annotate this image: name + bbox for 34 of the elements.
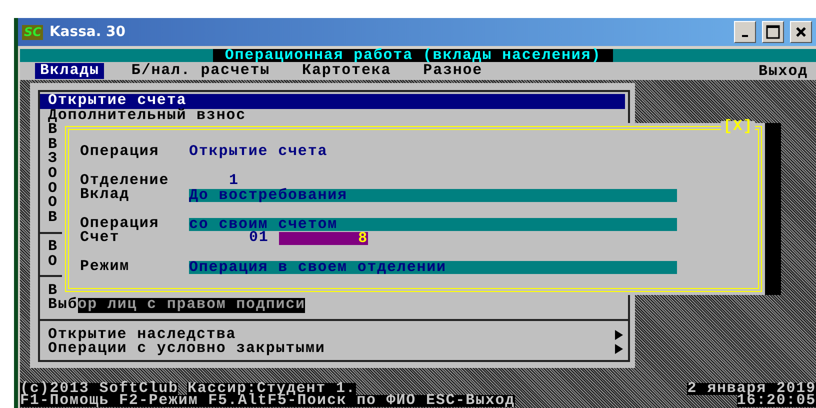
account-field[interactable]: 8 [279, 232, 368, 246]
time-text: 16:20:05 [736, 395, 816, 407]
field-label: Операция [80, 216, 160, 232]
menu-item[interactable]: Открытие счета [40, 94, 625, 109]
menu-item[interactable]: Выбор лиц с правом подписи [40, 298, 625, 313]
hotkey-hints: F1-Помощь F2-Режим F5.AltF5-Поиск по ФИО ESC-Выход [20, 395, 516, 407]
field-label: Операция [80, 145, 160, 160]
menu-tab[interactable]: Разное [418, 63, 488, 79]
close-button[interactable] [790, 21, 812, 43]
field-label: Счет [80, 231, 120, 246]
menu-item[interactable]: Открытие наследства [40, 328, 625, 342]
date-text: 2 января 2019 [687, 383, 816, 395]
exit-menu[interactable]: Выход [758, 62, 808, 80]
screen-title: Операционная работа (вклады населения) [213, 49, 613, 62]
app-logo: SC [22, 24, 44, 40]
close-icon [795, 26, 807, 38]
minimize-button[interactable] [734, 21, 756, 43]
menu-tab[interactable]: Картотека [297, 63, 396, 79]
minimize-icon [742, 35, 748, 37]
maximize-icon [766, 25, 780, 39]
menu-item[interactable]: Дополнительный взнос [40, 108, 625, 124]
department-value: 1 [229, 174, 239, 188]
maximize-button[interactable] [762, 21, 784, 43]
menu-tab[interactable]: Б/нал. расчеты [126, 63, 276, 79]
field-label: Режим [80, 260, 131, 275]
account-prefix: 01 [249, 231, 270, 246]
copyright-text: (c)2013 SoftClub [20, 383, 178, 395]
field-label: Вклад [80, 188, 130, 203]
field-label: Отделение [80, 174, 170, 188]
operation-value: Открытие счета [189, 145, 328, 160]
cashier-text: Кассир:Студент 1. [187, 383, 356, 395]
menu-tab[interactable]: Вклады [35, 63, 104, 79]
menu-item[interactable]: Операции с условно закрытыми [40, 342, 625, 357]
window-title: Kassa. 30 [49, 24, 127, 40]
